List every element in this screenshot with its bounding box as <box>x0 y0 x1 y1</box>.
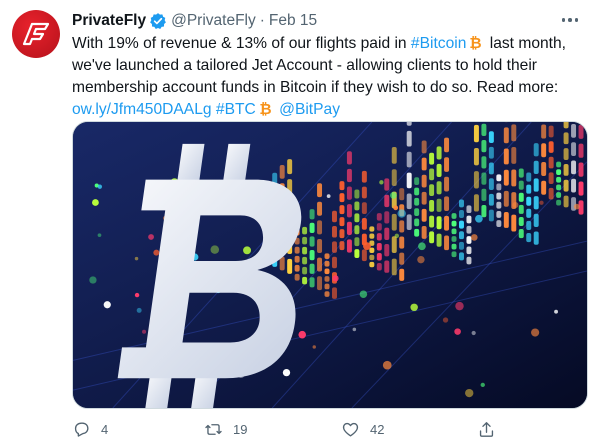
verified-badge-icon <box>150 13 166 29</box>
author-name[interactable]: PrivateFly <box>72 12 146 30</box>
retweet-icon <box>205 423 222 435</box>
heart-icon <box>342 422 359 437</box>
tweet-actions: 4 19 42 <box>72 418 512 440</box>
tweet-text-line-4: ow.ly/Jfm450DAALg #BTC ₿ @BitPay <box>72 99 592 121</box>
more-options-icon[interactable] <box>558 10 582 30</box>
privatefly-logo-icon <box>22 22 50 46</box>
author-handle[interactable]: @PrivateFly <box>171 12 256 30</box>
tweet-text: With 19% of revenue & 13% of our flights… <box>72 33 592 121</box>
tweet-media-image[interactable] <box>72 121 588 409</box>
text-segment: last month, <box>485 35 567 52</box>
svg-text:₿: ₿ <box>259 101 271 116</box>
reply-count: 4 <box>101 421 109 437</box>
like-button[interactable]: 42 <box>341 420 477 439</box>
text-segment: With 19% of revenue & 13% of our flights… <box>72 35 411 52</box>
svg-text:₿: ₿ <box>470 35 482 50</box>
share-button[interactable] <box>477 420 496 439</box>
reply-button[interactable]: 4 <box>72 420 204 439</box>
tweet-header: PrivateFly @PrivateFly · Feb 15 <box>72 10 317 32</box>
reply-icon <box>74 421 89 437</box>
mention-bitpay-link[interactable]: @BitPay <box>279 101 340 118</box>
like-count: 42 <box>370 421 385 437</box>
share-icon <box>479 421 494 437</box>
tweet-text-line-1: With 19% of revenue & 13% of our flights… <box>72 33 592 55</box>
hashtag-bitcoin-link[interactable]: #Bitcoin <box>411 35 466 52</box>
tweet-date[interactable]: Feb 15 <box>269 12 317 30</box>
bitcoin-emoji-icon: ₿ <box>470 35 482 50</box>
retweet-count: 19 <box>233 421 248 437</box>
header-separator: · <box>259 12 265 29</box>
url-link[interactable]: ow.ly/Jfm450DAALg <box>72 101 212 118</box>
author-avatar[interactable] <box>12 10 60 58</box>
retweet-button[interactable]: 19 <box>204 420 341 439</box>
hashtag-btc-link[interactable]: #BTC <box>216 101 256 118</box>
bitcoin-chart-image <box>73 122 587 408</box>
bitcoin-emoji-icon: ₿ <box>259 101 271 116</box>
tweet-text-line-3: membership account funds in Bitcoin if t… <box>72 79 559 96</box>
tweet-text-line-2: we've launched a tailored Jet Account - … <box>72 57 537 74</box>
